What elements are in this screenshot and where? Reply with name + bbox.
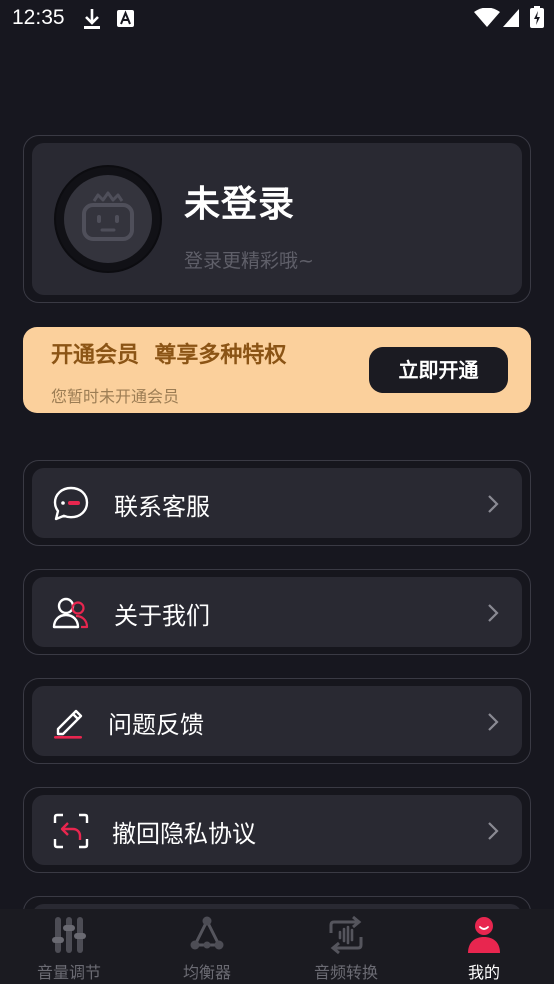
equalizer-icon xyxy=(190,916,224,950)
vip-subtitle: 您暂时未开通会员 xyxy=(51,387,180,406)
robot-icon xyxy=(82,191,134,241)
menu-item-label: 关于我们 xyxy=(114,602,210,630)
profile-card-inner: 未登录 登录更精彩哦~ xyxy=(32,143,522,295)
avatar xyxy=(54,165,162,273)
revoke-icon xyxy=(53,813,89,849)
menu-item-contact-service[interactable]: 联系客服 xyxy=(23,460,531,546)
chevron-right-icon xyxy=(488,822,499,840)
chevron-right-icon xyxy=(488,713,499,731)
signal-icon xyxy=(503,9,519,27)
profile-subtitle: 登录更精彩哦~ xyxy=(184,250,314,272)
menu-item-revoke-privacy[interactable]: 撤回隐私协议 xyxy=(23,787,531,873)
chevron-right-icon xyxy=(488,495,499,513)
chevron-right-icon xyxy=(488,604,499,622)
menu-item-inner: 联系客服 xyxy=(32,468,522,538)
battery-icon xyxy=(530,6,544,28)
tab-audio-convert[interactable]: 音频转换 xyxy=(277,909,415,984)
edit-icon xyxy=(54,709,83,739)
profile-card[interactable]: 未登录 登录更精彩哦~ xyxy=(23,135,531,303)
tab-label: 我的 xyxy=(467,963,500,982)
tab-label: 音频转换 xyxy=(313,963,378,982)
status-time: 12:35 xyxy=(12,6,65,29)
tab-label: 音量调节 xyxy=(36,963,101,982)
menu-item-label: 联系客服 xyxy=(114,493,210,521)
tab-label: 均衡器 xyxy=(182,963,231,982)
open-vip-button[interactable]: 立即开通 xyxy=(369,347,508,393)
wifi-icon xyxy=(474,8,500,27)
users-icon xyxy=(52,597,89,629)
vip-title: 开通会员 尊享多种特权 xyxy=(51,343,287,368)
font-app-icon xyxy=(117,10,134,27)
menu-item-label: 撤回隐私协议 xyxy=(112,820,256,848)
menu-item-inner: 关于我们 xyxy=(32,577,522,647)
tab-volume[interactable]: 音量调节 xyxy=(0,909,138,984)
vip-banner[interactable]: 开通会员 尊享多种特权 您暂时未开通会员 立即开通 xyxy=(23,327,531,413)
profile-name[interactable]: 未登录 xyxy=(184,175,295,227)
audio-convert-icon xyxy=(329,915,363,955)
tab-mine[interactable]: 我的 xyxy=(415,909,553,984)
chat-bubble-icon xyxy=(53,486,89,521)
avatar-inner xyxy=(64,175,152,263)
menu-item-inner: 撤回隐私协议 xyxy=(32,795,522,865)
menu-item-about-us[interactable]: 关于我们 xyxy=(23,569,531,655)
menu-item-feedback[interactable]: 问题反馈 xyxy=(23,678,531,764)
menu-item-inner: 问题反馈 xyxy=(32,686,522,756)
tab-equalizer[interactable]: 均衡器 xyxy=(138,909,276,984)
menu-item-label: 问题反馈 xyxy=(108,711,204,739)
download-icon xyxy=(84,9,100,29)
status-bar: 12:35 xyxy=(0,0,554,36)
profile-icon xyxy=(468,917,500,953)
bottom-tab-bar: 音量调节 均衡器 音频转换 我的 xyxy=(0,909,554,984)
sliders-icon xyxy=(52,917,86,953)
